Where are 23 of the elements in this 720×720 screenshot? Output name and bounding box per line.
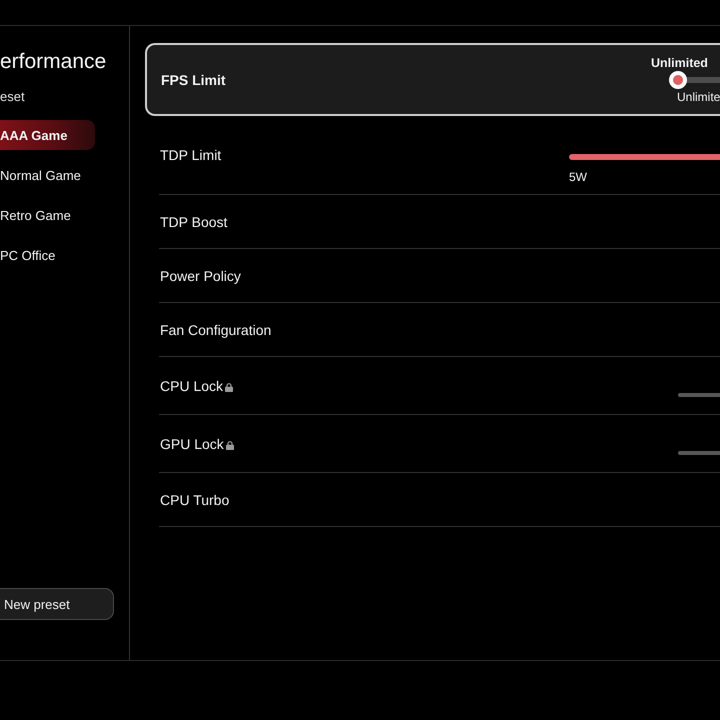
preset-item[interactable]: Retro Game bbox=[0, 200, 95, 230]
setting-label: FPS Limit bbox=[161, 72, 226, 88]
slider-track[interactable] bbox=[678, 392, 720, 396]
slider-track[interactable] bbox=[569, 154, 720, 160]
setting-card[interactable]: FPS Limit Unlimited Unlimite bbox=[145, 43, 720, 116]
page-title: erformance bbox=[0, 49, 106, 75]
setting-label: CPU Turbo bbox=[160, 492, 230, 508]
setting-label: TDP Boost bbox=[160, 214, 228, 230]
slider-min-label: 5W bbox=[569, 170, 587, 184]
slider-track[interactable] bbox=[678, 450, 720, 454]
preset-item[interactable]: AAA Game bbox=[0, 120, 95, 150]
setting-label: CPU Lock bbox=[160, 378, 224, 394]
preset-item[interactable]: Normal Game bbox=[0, 160, 95, 190]
slider-value: Unlimited bbox=[651, 54, 708, 70]
section-label: eset bbox=[0, 89, 25, 105]
preset-item[interactable]: PC Office bbox=[0, 240, 95, 270]
slider-end-label: Unlimite bbox=[677, 88, 720, 104]
setting-label: Power Policy bbox=[160, 268, 241, 284]
slider-thumb[interactable] bbox=[669, 70, 687, 88]
setting-label: Fan Configuration bbox=[160, 322, 272, 338]
setting-label: TDP Limit bbox=[160, 147, 222, 163]
setting-label: GPU Lock bbox=[160, 436, 224, 452]
new-preset-button[interactable]: New preset bbox=[0, 588, 114, 620]
